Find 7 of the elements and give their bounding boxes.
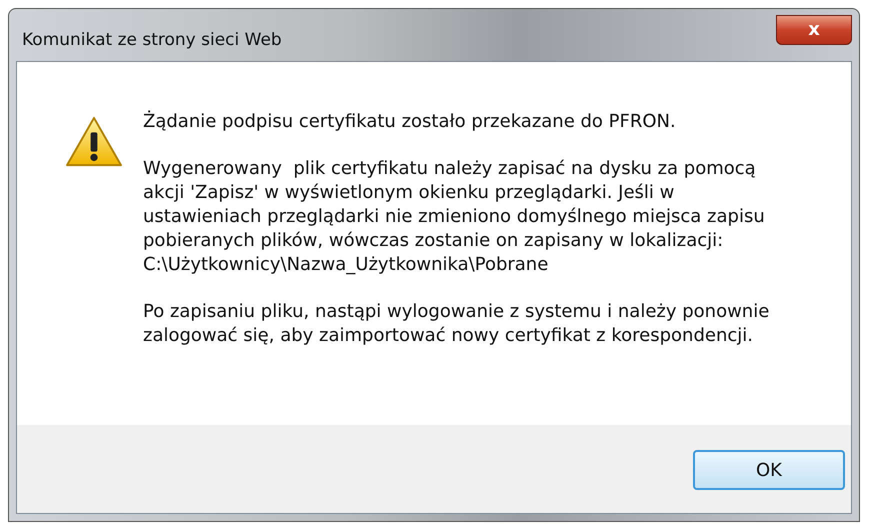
message-text: Po zapisaniu pliku, nastąpi wylogowanie z systemu i należy ponownie zalogować się, aby zaimportować nowy certyfikat z korespondencji. bbox=[143, 300, 770, 348]
window-title: Komunikat ze strony sieci Web bbox=[22, 30, 282, 50]
close-button[interactable]: x bbox=[776, 15, 852, 45]
message-text: Wygenerowany plik certyfikatu należy zapisać na dysku za pomocą akcji 'Zapisz' w wyświetlonym okienku przeglądarki. Jeśli w ustawieniach przeglądarki nie zmieniono domyślnego miejsca zapisu pobieranych plików, wówczas zostanie on zapisany w lokalizacji: C:\Użytkownicy\Nazwa_Użytkownika\Pobrane bbox=[143, 157, 766, 277]
warning-icon bbox=[65, 116, 123, 168]
message-text: Żądanie podpisu certyfikatu zostało przekazane do PFRON. bbox=[143, 110, 677, 134]
ok-button[interactable]: OK bbox=[693, 450, 845, 490]
